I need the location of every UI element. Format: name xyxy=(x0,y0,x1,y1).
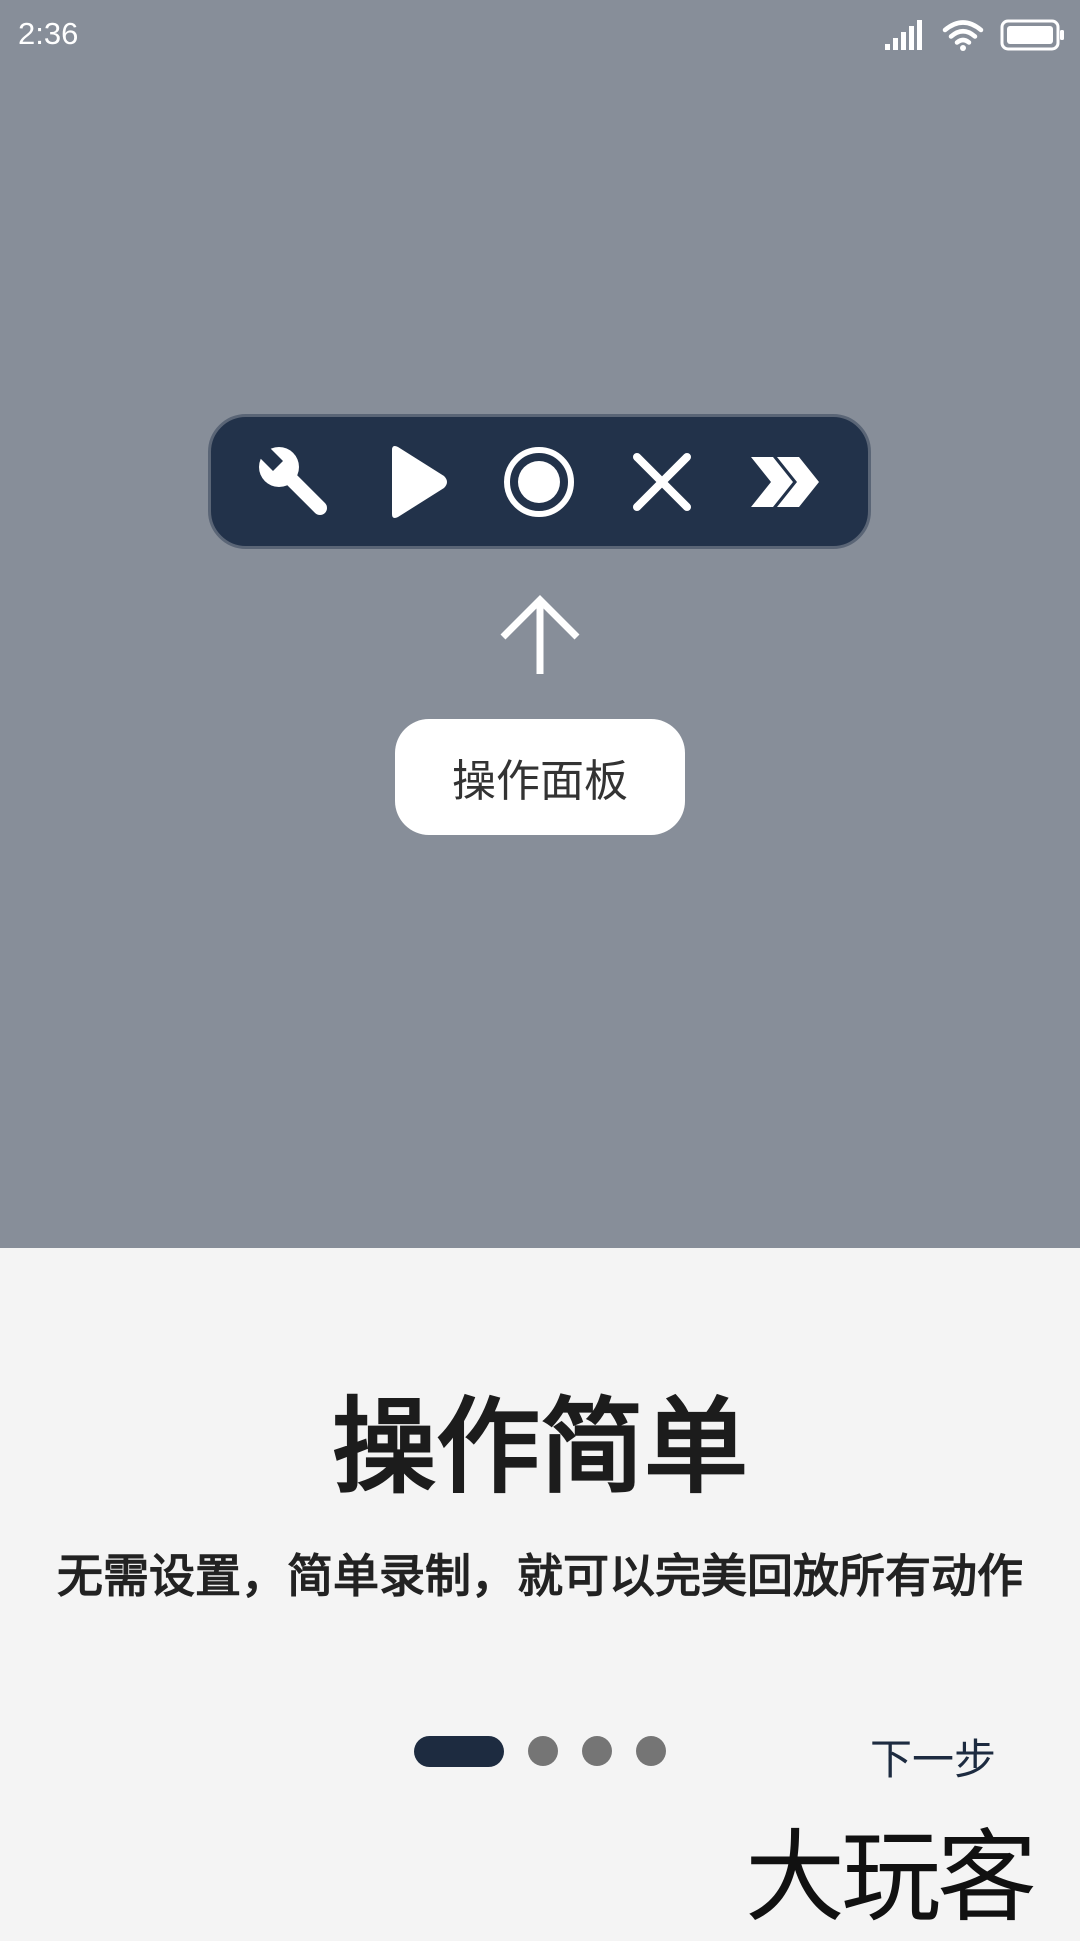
status-time: 2:36 xyxy=(18,16,79,51)
next-button[interactable]: 下一步 xyxy=(870,1726,996,1787)
double-chevron-right-icon xyxy=(750,456,819,507)
battery-icon xyxy=(1000,19,1064,51)
close-icon xyxy=(633,452,692,511)
page-subtitle: 无需设置，简单录制，就可以完美回放所有动作 xyxy=(57,1549,1023,1603)
panel-tooltip: 操作面板 xyxy=(395,719,685,835)
signal-icon xyxy=(885,20,922,50)
arrow-up-icon xyxy=(500,595,580,674)
play-icon xyxy=(391,445,447,518)
operation-panel xyxy=(208,414,871,549)
record-icon xyxy=(504,446,575,517)
page-indicator xyxy=(414,1735,690,1767)
page-dot xyxy=(582,1736,612,1766)
status-bar: 2:36 xyxy=(0,0,1080,70)
tutorial-overlay: 2:36 操作面板 xyxy=(0,0,1080,1248)
page-dot-active xyxy=(414,1735,504,1767)
page-dot xyxy=(636,1736,666,1766)
tooltip-label: 操作面板 xyxy=(452,756,628,807)
settings-button[interactable] xyxy=(249,437,339,527)
page-dot xyxy=(528,1736,558,1766)
status-icons xyxy=(884,18,1066,52)
record-button[interactable] xyxy=(494,437,584,527)
wifi-icon xyxy=(942,20,984,51)
close-panel-button[interactable] xyxy=(617,437,707,527)
expand-button[interactable] xyxy=(740,437,830,527)
play-button[interactable] xyxy=(372,437,462,527)
wrench-icon xyxy=(257,444,328,515)
page-title: 操作简单 xyxy=(331,1386,748,1508)
watermark: 大玩客 xyxy=(745,1819,1037,1936)
